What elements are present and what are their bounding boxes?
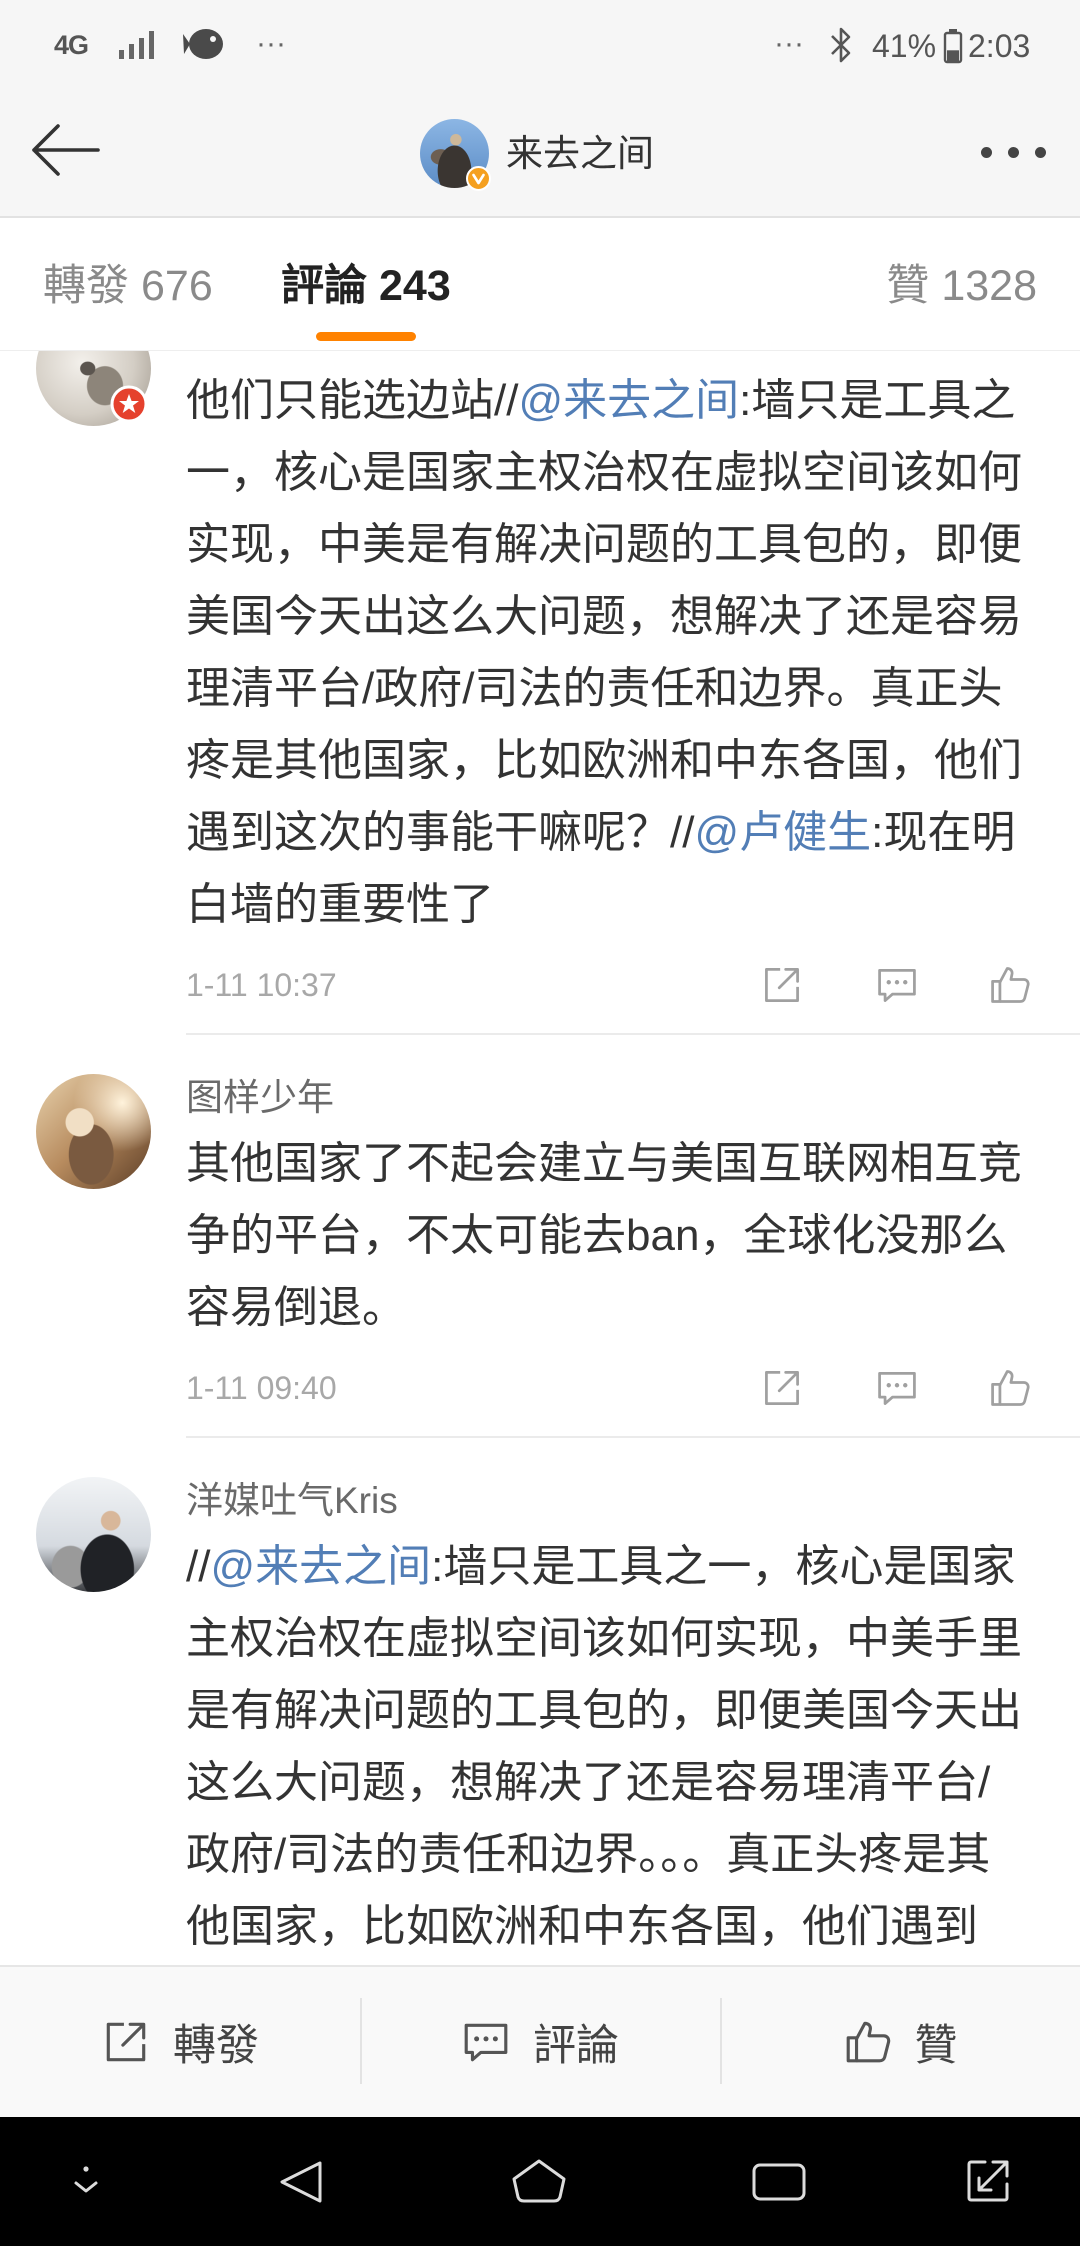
status-bar: 4G ··· ··· 41% 2:03 <box>0 0 1080 90</box>
comment-label: 評論 <box>533 2022 619 2070</box>
comment-text-segment: :墙只是工具之一，核心是国家主权治权在虚拟空间该如何实现，中美手里是有解决问题的… <box>186 1542 1022 1951</box>
hide-nav-icon[interactable] <box>64 2159 108 2203</box>
comment-icon[interactable] <box>875 963 919 1007</box>
comment-time: 1-11 09:40 <box>186 1370 337 1406</box>
comment-text-segment: 其他国家了不起会建立与美国互联网相互竞争的平台，不太可能去ban，全球化没那么容… <box>186 1139 1022 1332</box>
recents-icon[interactable] <box>750 2159 808 2205</box>
more-button[interactable] <box>978 140 1050 166</box>
back-arrow-icon <box>32 124 100 176</box>
tab-label: 評論 <box>281 262 367 310</box>
system-navigation-bar <box>0 2117 1080 2246</box>
commenter-avatar[interactable] <box>36 1074 151 1189</box>
mention-link[interactable]: @来去之间 <box>518 376 739 425</box>
signal-icon <box>119 31 154 59</box>
active-tab-indicator <box>315 332 416 341</box>
comment-text-segment: :墙只是工具之一，核心是国家主权治权在虚拟空间该如何实现，中美是有解决问题的工具… <box>186 376 1022 857</box>
comment-icon <box>461 2017 511 2067</box>
commenter-avatar[interactable] <box>36 1477 151 1592</box>
more-icon <box>1035 147 1046 158</box>
repost-button[interactable]: 轉發 <box>0 1967 360 2117</box>
tab-likes[interactable]: 贊 1328 <box>886 261 1037 311</box>
mention-link[interactable]: @卢健生 <box>694 808 871 857</box>
expand-icon[interactable] <box>963 2156 1013 2206</box>
comment-item[interactable]: 洋媒吐气Kris //@来去之间:墙只是工具之一，核心是国家主权治权在虚拟空间该… <box>0 1438 1080 1963</box>
app-notification-icon <box>183 29 223 59</box>
comment-list: 他们只能选边站//@来去之间:墙只是工具之一，核心是国家主权治权在虚拟空间该如何… <box>0 351 1080 1963</box>
tab-count: 1328 <box>941 262 1037 310</box>
like-icon <box>843 2017 893 2067</box>
comment-text: 他们只能选边站//@来去之间:墙只是工具之一，核心是国家主权治权在虚拟空间该如何… <box>186 365 1031 941</box>
tab-reposts[interactable]: 轉發 676 <box>43 261 213 311</box>
clock: 2:03 <box>968 28 1031 64</box>
user-badge-icon <box>110 385 148 423</box>
header: 来去之间 <box>0 90 1080 218</box>
commenter-username[interactable]: 图样少年 <box>186 1073 1080 1123</box>
verified-badge-icon <box>466 166 491 191</box>
comment-text: //@来去之间:墙只是工具之一，核心是国家主权治权在虚拟空间该如何实现，中美手里… <box>186 1531 1031 1963</box>
tab-label: 贊 <box>886 262 930 310</box>
network-type-icon: 4G <box>54 30 89 60</box>
bluetooth-icon <box>831 27 851 63</box>
home-icon[interactable] <box>508 2153 570 2209</box>
more-icon <box>1008 147 1019 158</box>
back-button[interactable] <box>26 120 104 180</box>
like-label: 贊 <box>914 2022 958 2070</box>
post-action-bar: 轉發 評論 贊 <box>0 1965 1080 2117</box>
battery-percentage: 41% <box>872 28 937 64</box>
comment-text-segment: // <box>186 1542 211 1591</box>
like-button[interactable]: 贊 <box>720 1967 1080 2117</box>
tab-comments[interactable]: 評論 243 <box>281 261 451 341</box>
battery-icon <box>943 29 963 64</box>
back-triangle-icon[interactable] <box>274 2155 328 2209</box>
comment-time: 1-11 10:37 <box>186 967 337 1003</box>
comment-meta: 1-11 10:37 <box>186 955 1046 1015</box>
share-icon <box>101 2017 151 2067</box>
mention-link[interactable]: @来去之间 <box>210 1542 431 1591</box>
commenter-avatar[interactable] <box>36 351 151 426</box>
comment-button[interactable]: 評論 <box>360 1967 720 2117</box>
more-notifications-indicator: ··· <box>256 27 286 60</box>
comment-item[interactable]: 图样少年 其他国家了不起会建立与美国互联网相互竞争的平台，不太可能去ban，全球… <box>0 1035 1080 1438</box>
like-icon[interactable] <box>988 963 1032 1007</box>
comment-icon[interactable] <box>875 1366 919 1410</box>
tab-bar: 轉發 676 評論 243 贊 1328 <box>0 218 1080 351</box>
repost-label: 轉發 <box>173 2022 259 2070</box>
commenter-username[interactable]: 洋媒吐气Kris <box>186 1476 1080 1526</box>
tab-count: 676 <box>141 262 213 310</box>
comment-item[interactable]: 他们只能选边站//@来去之间:墙只是工具之一，核心是国家主权治权在虚拟空间该如何… <box>0 351 1080 1035</box>
comment-list-viewport[interactable]: 他们只能选边站//@来去之间:墙只是工具之一，核心是国家主权治权在虚拟空间该如何… <box>0 351 1080 1965</box>
tab-label: 轉發 <box>43 262 129 310</box>
page-title[interactable]: 来去之间 <box>506 134 654 174</box>
share-icon[interactable] <box>760 1366 804 1410</box>
share-icon[interactable] <box>760 963 804 1007</box>
comment-meta: 1-11 09:40 <box>186 1358 1046 1418</box>
like-icon[interactable] <box>988 1366 1032 1410</box>
comment-text: 其他国家了不起会建立与美国互联网相互竞争的平台，不太可能去ban，全球化没那么容… <box>186 1128 1031 1344</box>
tab-count: 243 <box>379 262 451 310</box>
more-icon <box>981 147 992 158</box>
more-status-indicator: ··· <box>774 27 804 60</box>
comment-text-segment: 他们只能选边站// <box>186 376 519 425</box>
